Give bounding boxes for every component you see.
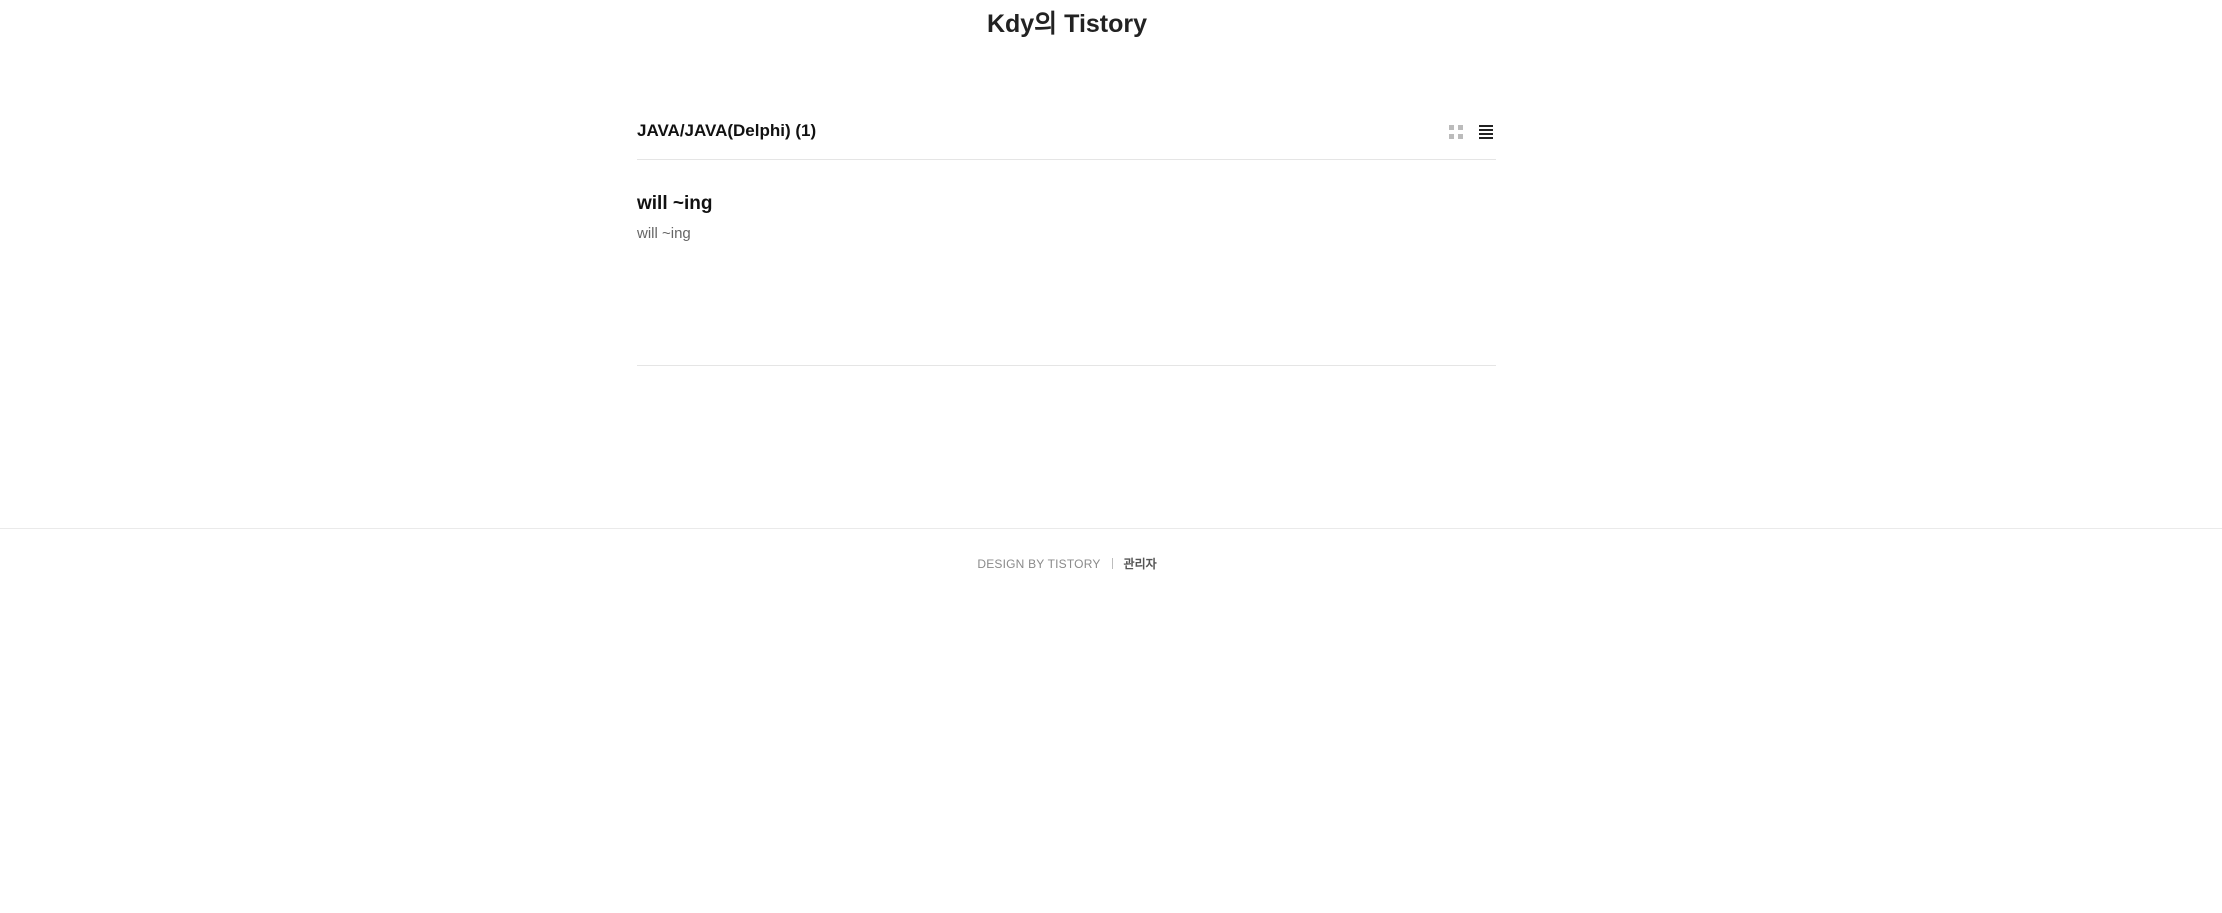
blog-title[interactable]: Kdy의 Tistory [0, 4, 2134, 44]
post-title[interactable]: will ~ing [637, 191, 712, 217]
footer-divider [1111, 558, 1113, 569]
grid-view-icon[interactable] [1448, 124, 1464, 140]
list-view-icon[interactable] [1478, 124, 1494, 140]
admin-link[interactable]: 관리자 [1124, 557, 1157, 571]
footer-info: DESIGN BY TISTORY 관리자 [0, 556, 2134, 572]
footer: DESIGN BY TISTORY 관리자 [0, 528, 2222, 609]
post-item[interactable]: will ~ing will ~ing [637, 160, 1496, 366]
category-header: JAVA/JAVA(Delphi) (1) [637, 108, 1496, 160]
design-credit: DESIGN BY TISTORY [977, 557, 1101, 571]
main-content: JAVA/JAVA(Delphi) (1) will ~ing will ~in… [637, 108, 1496, 366]
post-summary[interactable]: will ~ing [637, 223, 1496, 245]
view-mode-toggle [1448, 124, 1494, 140]
category-title: JAVA/JAVA(Delphi) (1) [637, 121, 817, 140]
